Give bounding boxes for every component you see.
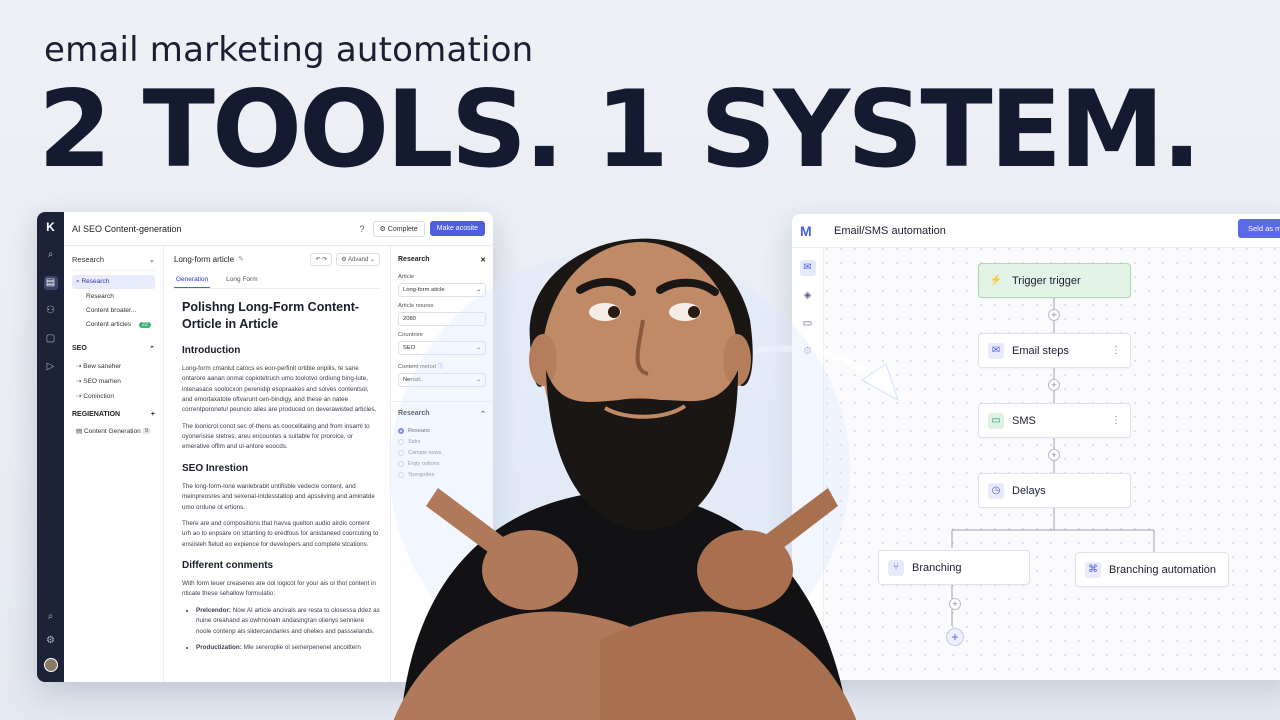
sidebar-item-seo-2[interactable]: ⇢ SEO marhen — [72, 374, 155, 388]
bullet-item: Prelcendor: Now AI article ancivals are … — [196, 606, 380, 637]
file-icon[interactable]: ▢ — [44, 332, 58, 346]
add-step-button[interactable]: + — [1048, 309, 1060, 321]
tab-generation[interactable]: Generation — [174, 272, 211, 288]
trigger-node[interactable]: ⚡ Trigger trigger — [978, 263, 1131, 298]
document-tabs: Generation Long Form — [174, 272, 380, 289]
section-heading: Introduction — [182, 344, 241, 356]
tab-long-form[interactable]: Long Form — [224, 272, 259, 288]
search-icon[interactable]: ⌕ — [44, 248, 58, 262]
subtitle: email marketing automation — [44, 30, 534, 70]
bullet-item: Productization: Mle sereroplie ol semerp… — [196, 643, 380, 653]
search-icon[interactable]: ⌕ — [44, 610, 58, 624]
mail-icon: ✉ — [988, 342, 1004, 359]
users-icon[interactable]: ⚇ — [44, 304, 58, 318]
pencil-icon[interactable]: ✎ — [238, 255, 244, 263]
sidebar-item-research-sub[interactable]: Research — [72, 290, 155, 303]
add-step-button[interactable]: + — [949, 598, 961, 610]
plus-icon[interactable]: + — [151, 411, 155, 418]
document-name[interactable]: Long-form article — [174, 255, 234, 264]
add-step-button[interactable]: + — [1048, 379, 1060, 391]
presenter-photo — [390, 238, 857, 720]
sidebar-item-seo-1[interactable]: ⇢ Bew saneher — [72, 359, 155, 373]
hierarchy-icon: ⌘ — [1085, 561, 1101, 578]
regen-section-title[interactable]: REGIENATION + — [72, 411, 155, 418]
sidebar-item-content-broater[interactable]: Content broater... — [72, 304, 155, 317]
sidebar-item-content-articles[interactable]: Content articles 22 — [72, 318, 155, 331]
count-badge: 9 — [141, 428, 151, 434]
section-heading: Different conments — [182, 560, 274, 571]
documents-icon[interactable]: ▤ — [43, 276, 58, 290]
delays-node[interactable]: ◷ Delays — [978, 473, 1131, 508]
count-badge: 22 — [138, 321, 151, 328]
paragraph: Long-form cmanlut catocs es eon-perfinit… — [182, 364, 377, 414]
document-toolbar: Long-form article ✎ ↶ ↷ ⚙ Advand ⌄ — [174, 246, 380, 272]
avatar[interactable] — [43, 658, 58, 672]
clock-icon: ◷ — [988, 482, 1004, 499]
app-logo-icon: K — [46, 220, 55, 234]
sidebar-item-seo-3[interactable]: ⇢ Coninction — [72, 389, 155, 403]
lightning-icon: ⚡ — [989, 274, 1003, 286]
document-heading: Polishng Long-Form Content-Orticle in Ar… — [182, 300, 360, 331]
left-sidebar: Research ⌄ ⌕ Research Research Content br… — [64, 246, 164, 682]
undo-redo-control[interactable]: ↶ ↷ — [310, 252, 333, 266]
sidebar-item-content-generation[interactable]: ▤ Content Generation 9 — [72, 424, 155, 438]
play-icon[interactable]: ▷ — [44, 360, 58, 374]
more-icon[interactable]: ⋮ — [1111, 345, 1121, 356]
sidebar-item-research[interactable]: ⌕ Research — [72, 275, 155, 289]
sms-node[interactable]: ▭ SMS ⋮ — [978, 403, 1131, 438]
add-branch-button[interactable]: + — [946, 628, 964, 646]
seo-section-title[interactable]: SEO ⌃ — [72, 345, 155, 353]
chevron-up-icon: ⌃ — [149, 346, 155, 353]
paragraph: The loonicrol conot sec of-thens as cooc… — [182, 422, 370, 451]
gear-icon[interactable]: ⚙ — [44, 634, 58, 648]
paragraph: There are and compositions that havva qu… — [182, 519, 379, 548]
window-title: AI SEO Content-generation — [72, 223, 182, 234]
more-icon[interactable]: ⋮ — [1111, 415, 1121, 426]
sidebar-header[interactable]: Research ⌄ — [72, 252, 155, 271]
add-step-button[interactable]: + — [1048, 449, 1060, 461]
chat-icon: ▭ — [988, 412, 1004, 429]
email-steps-node[interactable]: ✉ Email steps ⋮ — [978, 333, 1131, 368]
paragraph: With form teuer creaseres are ool logico… — [182, 580, 376, 598]
document-editor: Long-form article ✎ ↶ ↷ ⚙ Advand ⌄ Gener… — [164, 246, 390, 682]
left-rail: K ⌕ ▤ ⚇ ▢ ▷ ⌕ ⚙ — [37, 212, 64, 682]
branching-automation-node[interactable]: ⌘ Branching automation — [1075, 552, 1229, 587]
paragraph: The long-form-lone wanlebrabit untifisbl… — [182, 482, 375, 511]
chevron-down-icon: ⌄ — [148, 255, 155, 264]
section-heading: SEO Inrestion — [182, 462, 249, 474]
